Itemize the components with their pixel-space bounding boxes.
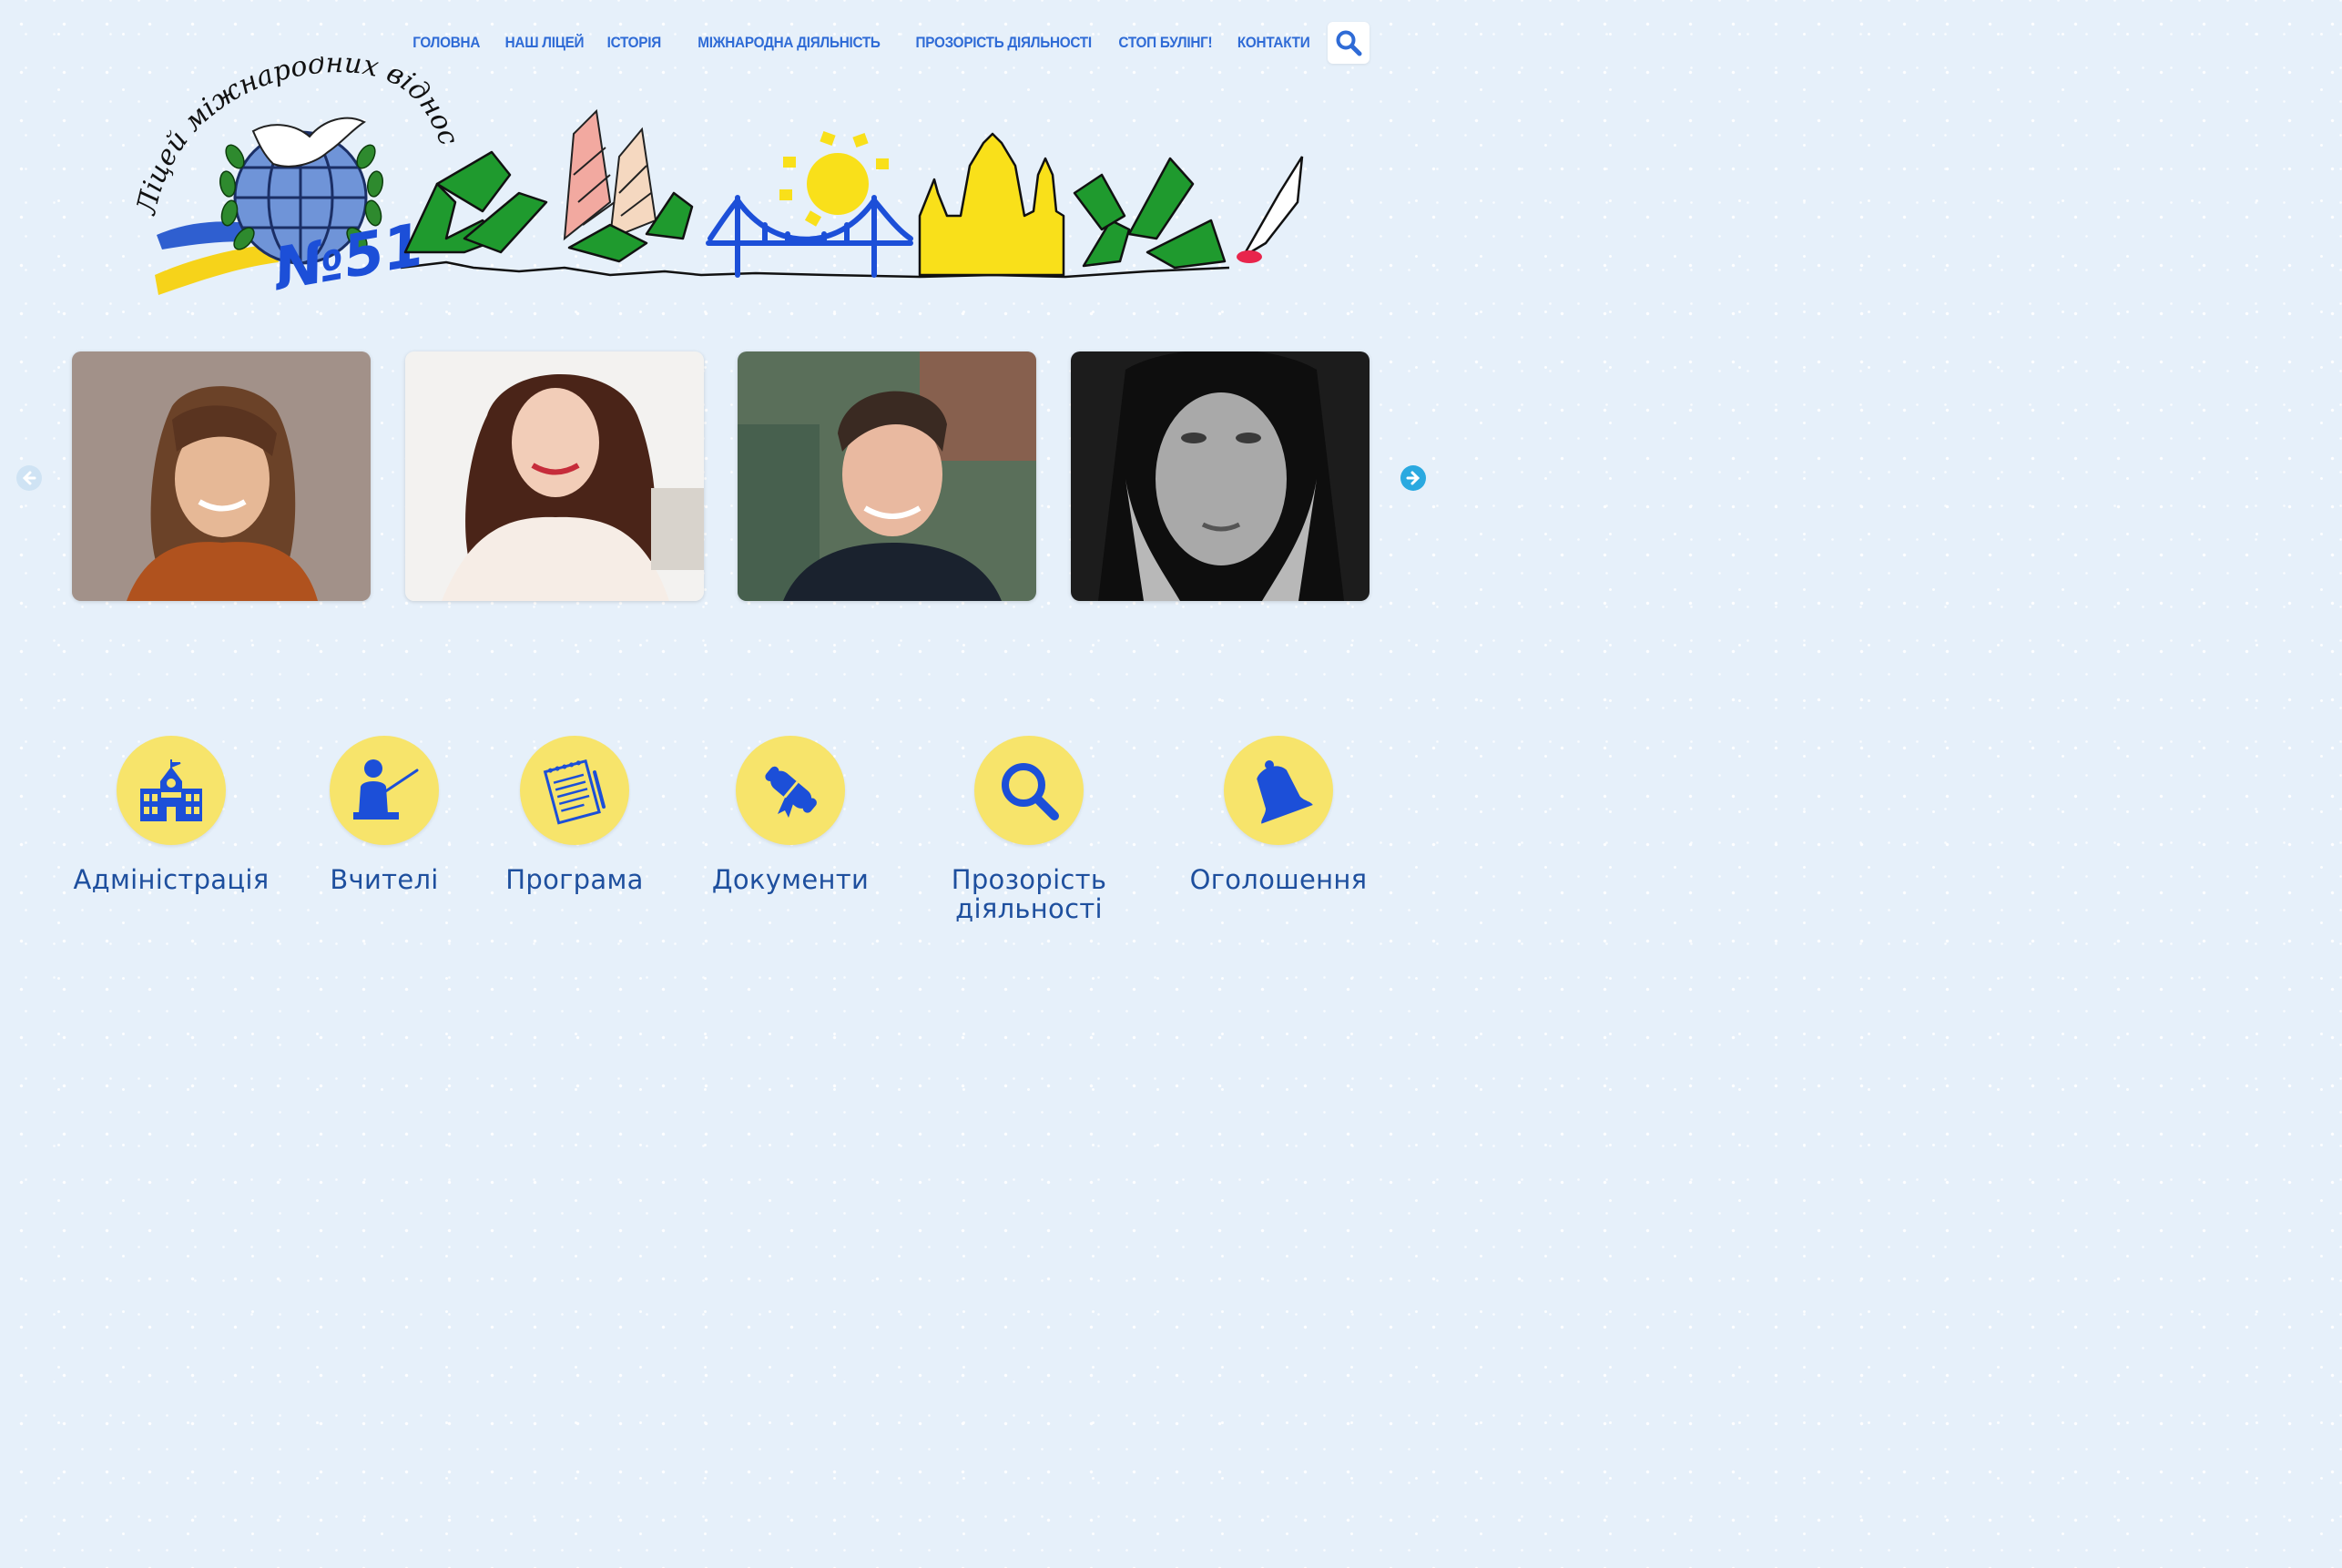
scroll-icon: [765, 766, 817, 818]
category-transparency[interactable]: Прозорість діяльності: [929, 736, 1129, 923]
category-circle: [736, 736, 845, 845]
category-circle: [1224, 736, 1333, 845]
category-label: Адміністрація: [73, 864, 270, 895]
nav-item-contacts[interactable]: КОНТАКТИ: [1237, 34, 1309, 52]
person-photo: [405, 351, 704, 601]
category-label: Оголошення: [1189, 864, 1368, 895]
category-label: Вчителі: [330, 864, 439, 895]
category-teachers[interactable]: Вчителі: [293, 736, 475, 894]
search-button[interactable]: [1328, 22, 1370, 64]
nav-item-international[interactable]: МІЖНАРОДНА ДІЯЛЬНІСТЬ: [698, 34, 881, 52]
nav-item-history[interactable]: ІСТОРІЯ: [606, 34, 661, 52]
category-circle: [974, 736, 1084, 845]
category-label: Документи: [711, 864, 870, 895]
carousel-slide[interactable]: [405, 351, 704, 601]
logo-illustration: Ліцей міжнародних віднос №51: [137, 56, 1304, 305]
category-announcements[interactable]: Оголошення: [1178, 736, 1379, 894]
category-circle: [117, 736, 226, 845]
arrow-right-icon: [1406, 471, 1420, 485]
search-icon: [1336, 30, 1362, 56]
category-label: Прозорість діяльності: [951, 864, 1107, 924]
magnifier-icon: [1002, 763, 1059, 820]
person-photo: [738, 351, 1036, 601]
notepad-icon: [543, 759, 606, 825]
nav-item-home[interactable]: ГОЛОВНА: [413, 34, 481, 52]
site-logo-banner[interactable]: Ліцей міжнародних віднос №51: [137, 56, 1320, 311]
carousel-slide[interactable]: [1071, 351, 1370, 601]
category-circle: [520, 736, 629, 845]
school-building-icon: [140, 759, 202, 821]
category-label: Програма: [505, 864, 644, 895]
person-photo: [1071, 351, 1370, 601]
arrow-left-icon: [22, 471, 36, 485]
carousel-slide[interactable]: [738, 351, 1036, 601]
nav-item-stop-bullying[interactable]: СТОП БУЛІНГ!: [1119, 34, 1213, 52]
person-photo: [72, 351, 371, 601]
category-administration[interactable]: Адміністрація: [71, 736, 271, 894]
teacher-icon: [353, 759, 419, 820]
category-circle: [330, 736, 439, 845]
carousel-slide[interactable]: [72, 351, 371, 601]
nav-item-our-lyceum[interactable]: НАШ ЛІЦЕЙ: [505, 34, 585, 52]
carousel-next-button[interactable]: [1400, 465, 1426, 491]
carousel-prev-button[interactable]: [16, 465, 42, 491]
nav-item-transparency[interactable]: ПРОЗОРІСТЬ ДІЯЛЬНОСТІ: [916, 34, 1093, 52]
category-documents[interactable]: Документи: [699, 736, 881, 894]
photo-carousel: [0, 351, 1428, 603]
bell-icon: [1257, 760, 1313, 824]
category-program[interactable]: Програма: [484, 736, 666, 894]
